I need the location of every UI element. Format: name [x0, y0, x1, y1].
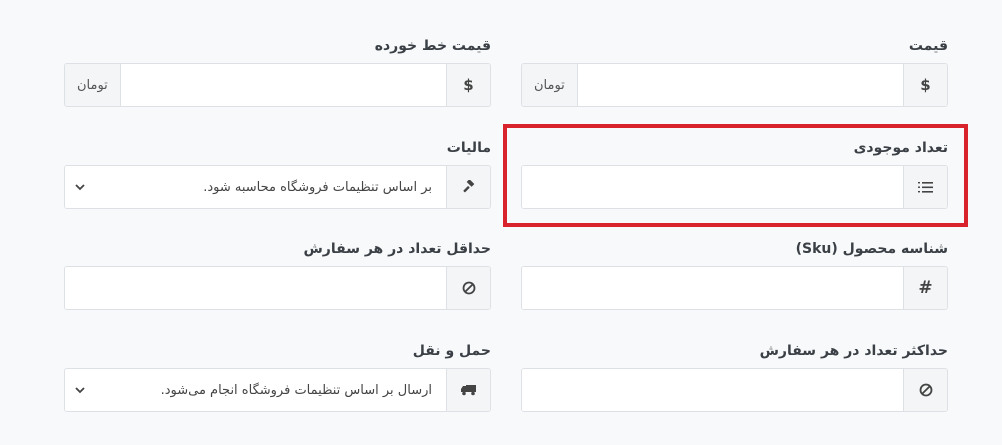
tax-input-group: بر اساس تنظیمات فروشگاه محاسبه شود. — [64, 165, 491, 209]
price-unit: تومان — [522, 64, 578, 106]
highlight-box — [503, 124, 968, 227]
price-label: قیمت — [908, 38, 948, 54]
strikethrough-price-label: قیمت خط خورده — [374, 38, 491, 54]
hash-icon: # — [903, 267, 947, 309]
sku-field: شناسه محصول (Sku) # — [521, 241, 948, 311]
dollar-icon: $ — [903, 64, 947, 106]
shipping-select[interactable]: ارسال بر اساس تنظیمات فروشگاه انجام می‌ش… — [65, 369, 446, 411]
min-order-label: حداقل تعداد در هر سفارش — [303, 241, 491, 257]
sku-input[interactable] — [522, 267, 903, 309]
max-order-input-group — [521, 368, 948, 412]
tax-label: مالیات — [446, 140, 491, 156]
sku-label: شناسه محصول (Sku) — [795, 241, 948, 257]
shipping-input-group: ارسال بر اساس تنظیمات فروشگاه انجام می‌ش… — [64, 368, 491, 412]
strikethrough-price-unit: تومان — [65, 64, 121, 106]
gavel-icon — [446, 166, 490, 208]
strikethrough-price-field: قیمت خط خورده $ تومان — [64, 38, 491, 108]
ban-icon — [903, 369, 947, 411]
truck-icon — [446, 369, 490, 411]
price-field: قیمت $ تومان — [521, 38, 948, 108]
shipping-label: حمل و نقل — [412, 343, 491, 359]
max-order-input[interactable] — [522, 369, 903, 411]
shipping-field: حمل و نقل ارسال بر اساس تنظیمات فروشگاه … — [64, 343, 491, 413]
chevron-down-icon — [75, 387, 85, 394]
shipping-select-value: ارسال بر اساس تنظیمات فروشگاه انجام می‌ش… — [160, 382, 432, 398]
price-input-group: $ تومان — [521, 63, 948, 107]
price-input[interactable] — [577, 64, 903, 106]
max-order-field: حداکثر تعداد در هر سفارش — [521, 343, 948, 413]
sku-input-group: # — [521, 266, 948, 310]
tax-select[interactable]: بر اساس تنظیمات فروشگاه محاسبه شود. — [65, 166, 446, 208]
min-order-input[interactable] — [65, 267, 446, 309]
tax-field: مالیات بر اساس تنظیمات فروشگاه محاسبه شو… — [64, 140, 491, 210]
strikethrough-price-input[interactable] — [120, 64, 446, 106]
max-order-label: حداکثر تعداد در هر سفارش — [759, 343, 948, 359]
ban-icon — [446, 267, 490, 309]
strikethrough-price-input-group: $ تومان — [64, 63, 491, 107]
chevron-down-icon — [75, 184, 85, 191]
min-order-input-group — [64, 266, 491, 310]
tax-select-value: بر اساس تنظیمات فروشگاه محاسبه شود. — [203, 179, 432, 195]
min-order-field: حداقل تعداد در هر سفارش — [64, 241, 491, 311]
dollar-icon: $ — [446, 64, 490, 106]
